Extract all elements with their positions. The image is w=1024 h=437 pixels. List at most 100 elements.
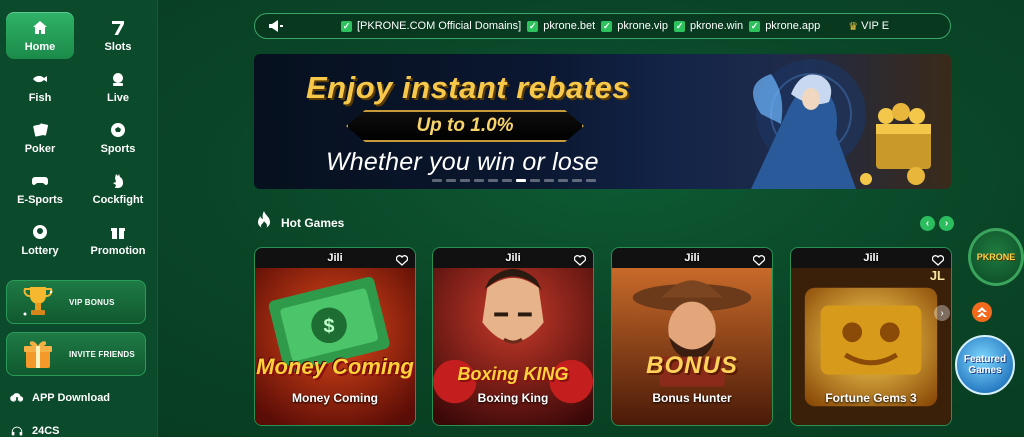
game-name: Bonus Hunter: [652, 391, 732, 405]
banner-title: Enjoy instant rebates: [306, 70, 631, 105]
invite-friends-label: INVITE FRIENDS: [69, 349, 135, 359]
sidebar-item-label: Slots: [104, 40, 132, 53]
live-icon: [109, 70, 127, 88]
game-logo-text: Money Coming: [256, 354, 414, 379]
sidebar-item-label: Home: [24, 40, 56, 53]
headset-icon: [8, 422, 26, 437]
sidebar-item-esports[interactable]: E-Sports: [6, 165, 74, 212]
checkbox-icon: ✓: [601, 20, 613, 32]
sidebar-item-label: Live: [106, 91, 129, 104]
home-icon: [31, 19, 49, 37]
game-card-money-coming[interactable]: $ Money Coming Jili Money Coming: [254, 247, 416, 426]
carousel-dot[interactable]: [558, 179, 568, 182]
poker-icon: [31, 121, 49, 139]
carousel-dot[interactable]: [446, 179, 456, 182]
customer-service-link[interactable]: 24CS: [8, 422, 60, 437]
game-name: Money Coming: [292, 391, 378, 405]
sidebar-item-lottery[interactable]: Lottery: [6, 216, 74, 263]
fish-icon: [31, 70, 49, 88]
prev-arrow-button[interactable]: ‹: [920, 216, 935, 231]
carousel-dot[interactable]: [586, 179, 596, 182]
carousel-indicators[interactable]: [432, 179, 596, 182]
sidebar-item-promotion[interactable]: Promotion: [84, 216, 152, 263]
game-logo-text: JL: [929, 268, 945, 283]
announcement-marquee[interactable]: ✓ [PKRONE.COM Official Domains] ✓ pkrone.b…: [254, 13, 951, 39]
scroll-top-button[interactable]: [972, 302, 992, 322]
game-name: Fortune Gems 3: [825, 391, 917, 405]
carousel-dot[interactable]: [530, 179, 540, 182]
sidebar-item-cockfight[interactable]: Cockfight: [84, 165, 152, 212]
favorite-heart-icon[interactable]: [931, 253, 945, 266]
favorite-heart-icon[interactable]: [573, 253, 587, 266]
sidebar: Home Slots Fish Live Poker Sports E-Spor…: [0, 0, 158, 437]
checkbox-icon: ✓: [341, 20, 352, 32]
soccer-ball-icon: [109, 121, 127, 139]
sidebar-item-label: E-Sports: [17, 193, 63, 206]
slots-icon: [109, 19, 127, 37]
carousel-dot[interactable]: [544, 179, 554, 182]
carousel-dot[interactable]: [432, 179, 442, 182]
banner-hero-illustration: [751, 59, 931, 189]
carousel-dot[interactable]: [502, 179, 512, 182]
hot-games-header: Hot Games: [256, 211, 344, 234]
marquee-item: ✓ pkrone.bet: [527, 20, 596, 32]
featured-games-label: Featured Games: [963, 354, 1007, 376]
sidebar-item-label: Cockfight: [92, 193, 144, 206]
featured-games-float[interactable]: Featured Games: [955, 335, 1015, 395]
marquee-item: ✓ pkrone.vip: [601, 20, 668, 32]
gift-box-icon: [7, 333, 69, 375]
sidebar-item-poker[interactable]: Poker: [6, 114, 74, 161]
favorite-heart-icon[interactable]: [395, 253, 409, 266]
game-provider: Jili: [684, 252, 700, 264]
sidebar-item-live[interactable]: Live: [84, 63, 152, 110]
game-provider: Jili: [505, 252, 521, 264]
lottery-ball-icon: [31, 223, 49, 241]
banner-subtitle: Whether you win or lose: [326, 148, 599, 176]
marquee-item: ✓ pkrone.win: [673, 20, 744, 32]
app-download-label: APP Download: [32, 392, 111, 404]
game-provider: Jili: [863, 252, 879, 264]
carousel-dot[interactable]: [474, 179, 484, 182]
marquee-item: ✓ [PKRONE.COM Official Domains]: [341, 20, 522, 32]
svg-text:$: $: [324, 315, 335, 337]
sidebar-item-label: Promotion: [90, 244, 146, 257]
double-chevron-up-icon: [977, 307, 987, 317]
game-card-boxing-king[interactable]: Boxing KING Jili Boxing King: [432, 247, 594, 426]
vip-bonus-button[interactable]: VIP BONUS: [6, 280, 146, 324]
gamepad-icon: [31, 172, 49, 190]
game-card-fortune-gems-3[interactable]: JL Jili Fortune Gems 3: [790, 247, 952, 426]
invite-friends-button[interactable]: INVITE FRIENDS: [6, 332, 146, 376]
app-download-link[interactable]: APP Download: [8, 389, 110, 407]
sidebar-item-label: Lottery: [21, 244, 59, 257]
megaphone-icon: [269, 19, 285, 33]
checkbox-icon: ✓: [749, 20, 761, 32]
sidebar-item-label: Poker: [24, 142, 56, 155]
next-arrow-button[interactable]: ›: [939, 216, 954, 231]
cards-next-button[interactable]: ›: [934, 305, 950, 321]
pkrone-logo-text: PKRONE: [976, 252, 1016, 262]
sidebar-item-slots[interactable]: Slots: [84, 12, 152, 59]
promo-banner[interactable]: Enjoy instant rebates Up to 1.0% Whether…: [254, 54, 951, 189]
pkrone-logo-float[interactable]: PKRONE: [968, 228, 1024, 286]
favorite-heart-icon[interactable]: [752, 253, 766, 266]
banner-rebate-plate: Up to 1.0%: [346, 110, 584, 142]
marquee-item: ♛ VIP E: [848, 20, 890, 33]
sidebar-item-sports[interactable]: Sports: [84, 114, 152, 161]
carousel-dot[interactable]: [460, 179, 470, 182]
game-logo-text: BONUS: [646, 352, 738, 379]
game-provider: Jili: [327, 252, 343, 264]
carousel-dot[interactable]: [516, 179, 526, 182]
checkbox-icon: ✓: [673, 20, 685, 32]
vip-bonus-label: VIP BONUS: [69, 297, 115, 307]
sidebar-nav: Home Slots Fish Live Poker Sports E-Spor…: [6, 12, 152, 263]
sidebar-item-fish[interactable]: Fish: [6, 63, 74, 110]
banner-rebate-text: Up to 1.0%: [416, 115, 514, 136]
checkbox-icon: ✓: [527, 20, 539, 32]
carousel-dot[interactable]: [572, 179, 582, 182]
sidebar-item-label: Fish: [28, 91, 52, 104]
trophy-icon: [7, 281, 69, 323]
customer-service-label: 24CS: [32, 425, 60, 437]
game-card-bonus-hunter[interactable]: BONUS Jili Bonus Hunter: [611, 247, 773, 426]
carousel-dot[interactable]: [488, 179, 498, 182]
sidebar-item-home[interactable]: Home: [6, 12, 74, 59]
